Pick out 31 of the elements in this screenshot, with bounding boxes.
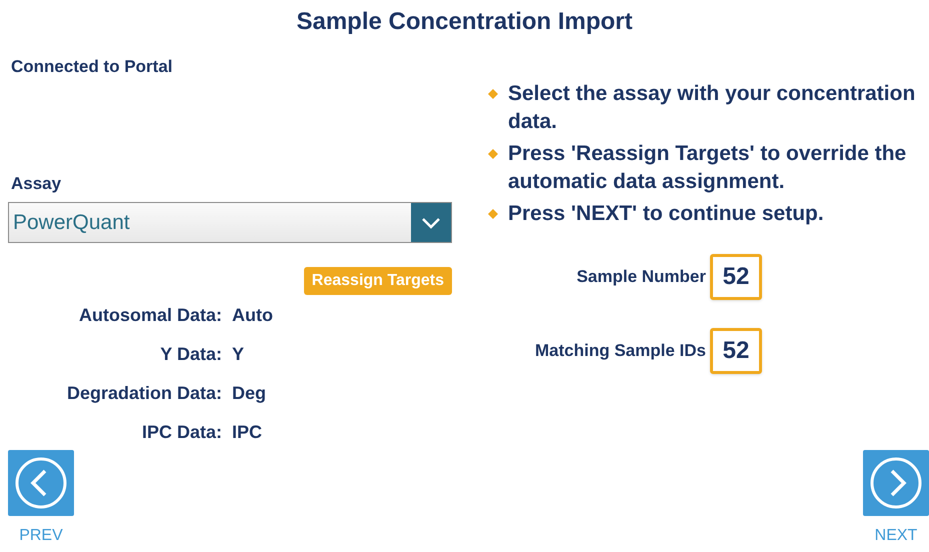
data-value: Auto: [232, 304, 273, 326]
count-label: Sample Number: [576, 266, 706, 288]
count-label: Matching Sample IDs: [534, 340, 706, 362]
data-label: Y Data:: [159, 342, 222, 366]
count-value: 52: [710, 254, 762, 300]
dropdown-button[interactable]: [411, 203, 451, 242]
data-value: Y: [232, 342, 244, 366]
data-label: IPC Data:: [140, 420, 222, 444]
instruction-text: Press 'Reassign Targets' to override the automatic data assignment.: [508, 141, 908, 195]
assay-dropdown[interactable]: PowerQuant: [8, 202, 452, 243]
data-value: Deg: [232, 382, 266, 405]
data-label: Autosomal Data:: [78, 304, 222, 326]
previous-label: PREV: [18, 526, 64, 546]
data-value: IPC: [232, 420, 262, 444]
instruction-text: Select the assay with your concentration data.: [508, 81, 916, 135]
page-title: Sample Concentration Import: [296, 7, 633, 37]
instruction-text: Press 'NEXT' to continue setup.: [508, 201, 824, 227]
diamond-bullet-icon: [488, 209, 498, 219]
connection-status: Connected to Portal: [11, 56, 173, 78]
diamond-bullet-icon: [488, 149, 498, 159]
assay-value: PowerQuant: [12, 210, 131, 236]
next-label: NEXT: [874, 526, 918, 546]
chevron-left-circle-icon: [15, 457, 67, 509]
count-value: 52: [710, 328, 762, 374]
data-label: Degradation Data:: [66, 382, 222, 405]
chevron-right-circle-icon: [870, 457, 922, 509]
assay-label: Assay: [11, 172, 62, 194]
diamond-bullet-icon: [488, 89, 498, 99]
chevron-down-icon: [421, 216, 441, 228]
next-button[interactable]: [863, 450, 929, 516]
previous-button[interactable]: [8, 450, 74, 516]
